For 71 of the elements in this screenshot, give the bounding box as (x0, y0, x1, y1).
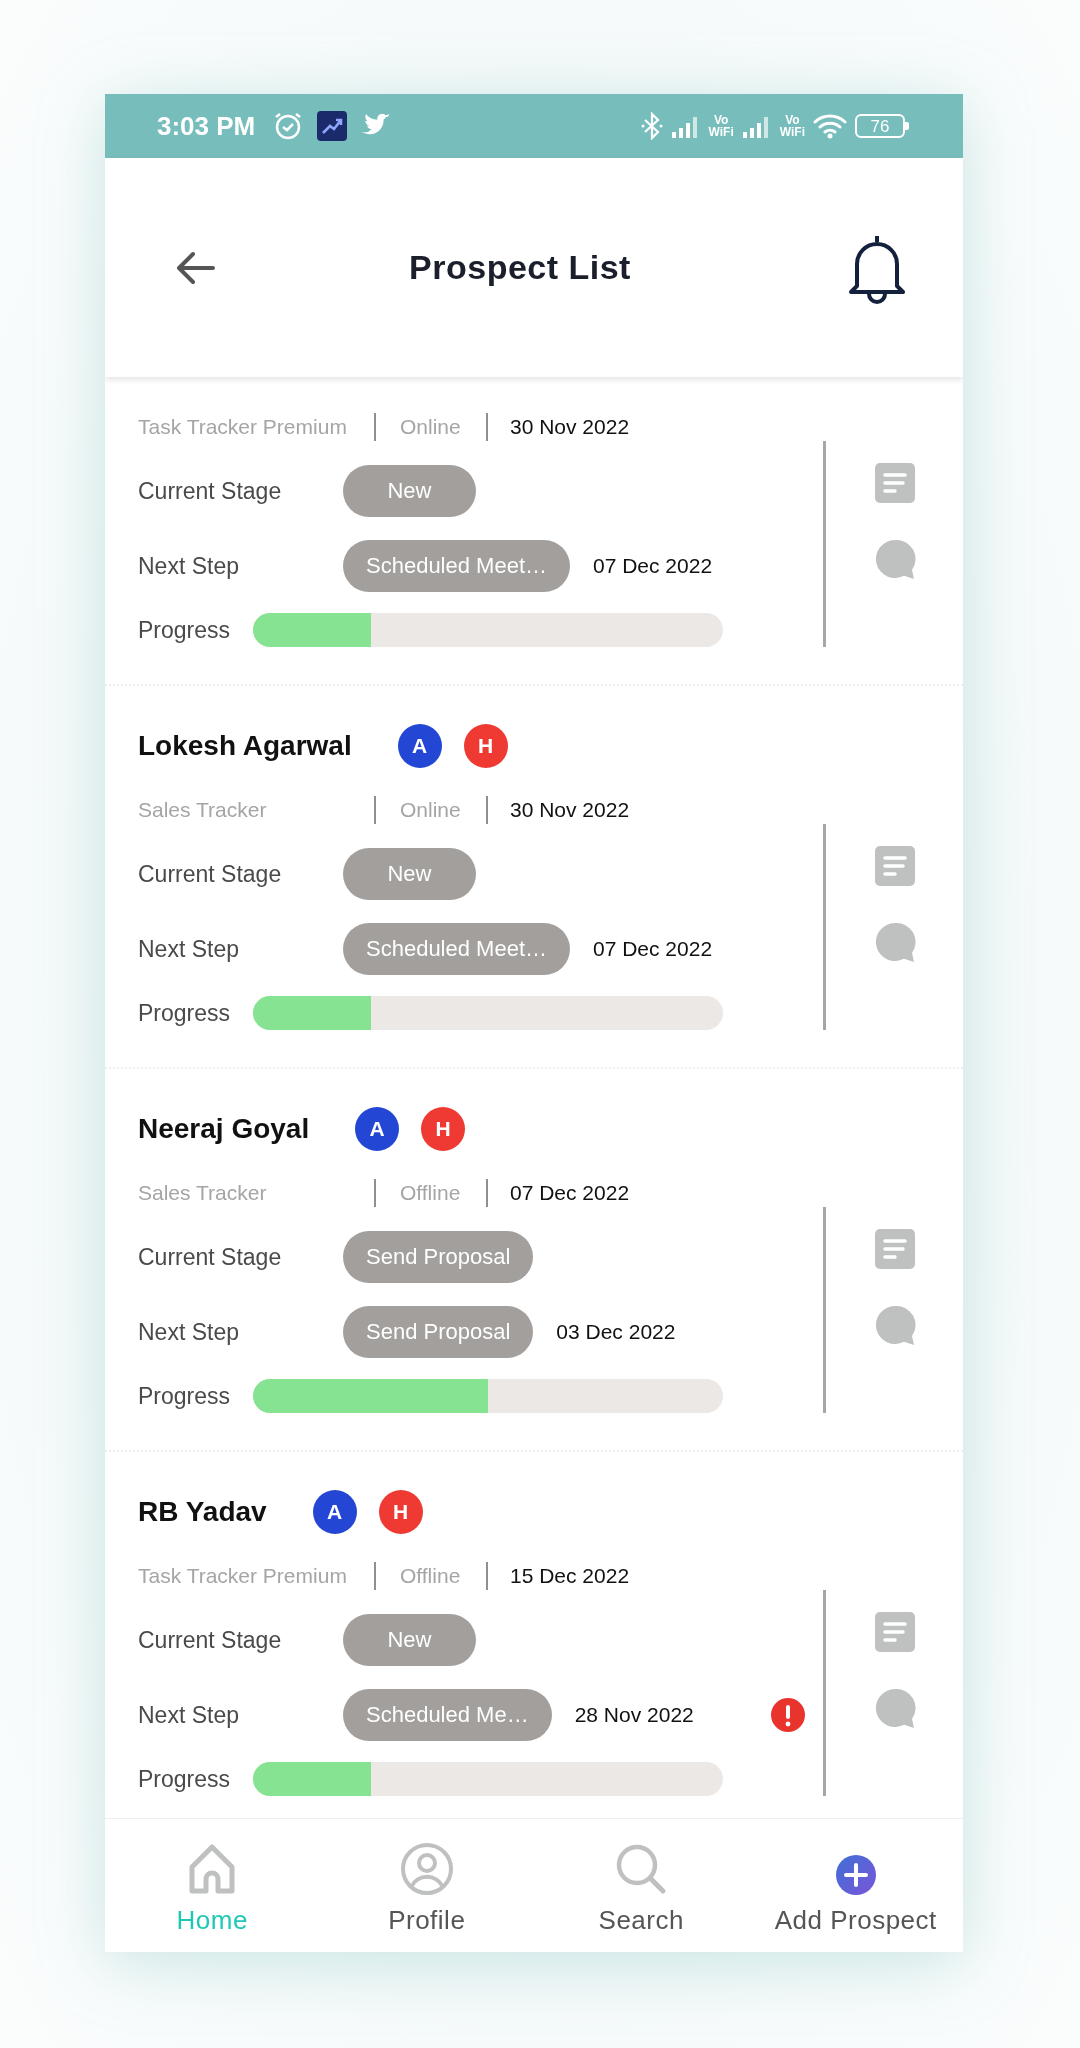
product-name: Task Tracker Premium (138, 415, 348, 439)
nav-tab[interactable]: Add Prospect (748, 1819, 963, 1952)
initial-badge: H (421, 1107, 466, 1151)
chat-icon[interactable] (873, 1304, 916, 1346)
notes-icon[interactable] (874, 463, 915, 503)
back-arrow-icon[interactable] (175, 250, 215, 285)
status-time: 3:03 PM (157, 110, 256, 142)
prospect-date: 07 Dec 2022 (509, 1181, 630, 1205)
stage-label: Current Stage (138, 1626, 283, 1654)
product-name: Sales Tracker (138, 1181, 268, 1205)
stage-pill: Send Proposal (343, 1231, 534, 1283)
prospect-date: 30 Nov 2022 (509, 798, 630, 822)
chat-icon[interactable] (873, 921, 916, 963)
chat-icon[interactable] (873, 538, 916, 580)
meeting-mode: Offline (399, 1181, 462, 1205)
next-step-pill: Scheduled Meet… (343, 540, 570, 592)
next-step-label: Next Step (138, 1318, 240, 1346)
initial-badge: H (463, 724, 508, 768)
next-step-pill: Scheduled Meet… (343, 923, 570, 975)
prospect-name: RB Yadav (138, 1496, 267, 1528)
notes-icon[interactable] (874, 1612, 915, 1652)
stage-label: Current Stage (138, 477, 283, 505)
stage-label: Current Stage (138, 1243, 283, 1271)
next-step-pill: Scheduled Me… (343, 1689, 552, 1741)
battery-level: 76 (855, 114, 909, 138)
wifi-icon (813, 113, 847, 139)
prospect-date: 30 Nov 2022 (509, 415, 630, 439)
next-step-pill: Send Proposal (343, 1306, 534, 1358)
next-step-label: Next Step (138, 935, 240, 963)
initial-badge: A (312, 1490, 357, 1534)
meeting-mode: Online (399, 415, 462, 439)
prospect-card[interactable]: Lokesh Agarwal A H Sales Tracker Online 30 Nov 2022 Current Stage New Next Step Scheduled Meet… 07 Dec 2022 Progress (105, 686, 963, 1069)
prospect-card[interactable]: Task Tracker Premium Online 30 Nov 2022 Current Stage New Next Step Scheduled Meet… 07 Dec 2022 Progress (105, 377, 963, 686)
next-step-date: 28 Nov 2022 (574, 1703, 694, 1727)
bluetooth-icon (640, 112, 663, 140)
notes-icon[interactable] (874, 1229, 915, 1269)
network-label: Vo WiFi (708, 114, 734, 138)
stage-pill: New (343, 848, 476, 900)
add-icon (833, 1853, 878, 1897)
profile-icon (398, 1841, 455, 1897)
prospect-card[interactable]: Neeraj Goyal A H Sales Tracker Offline 07 Dec 2022 Current Stage Send Proposal Next Step Send Proposal 03 Dec 2022 Progress (105, 1069, 963, 1452)
page-title: Prospect List (408, 248, 632, 287)
next-step-date: 07 Dec 2022 (593, 554, 713, 578)
prospect-card[interactable]: RB Yadav A H Task Tracker Premium Offline 15 Dec 2022 Current Stage New Next Step Scheduled Me… 28 Nov 2022 Progress (105, 1452, 963, 1818)
product-name: Sales Tracker (138, 798, 268, 822)
prospect-date: 15 Dec 2022 (509, 1564, 630, 1588)
next-step-date: 03 Dec 2022 (556, 1320, 676, 1344)
next-step-label: Next Step (138, 1701, 240, 1729)
initial-badge: A (397, 724, 442, 768)
nav-tab[interactable]: Profile (319, 1819, 534, 1952)
prospect-name: Neeraj Goyal (138, 1113, 310, 1145)
stage-label: Current Stage (138, 860, 283, 888)
prospect-name: Lokesh Agarwal (138, 730, 352, 762)
meeting-mode: Offline (399, 1564, 462, 1588)
chat-icon[interactable] (873, 1687, 916, 1729)
nav-tab[interactable]: Search (534, 1819, 749, 1952)
network-label: Vo WiFi (779, 114, 805, 138)
progress-label: Progress (138, 616, 232, 644)
trend-icon (317, 111, 348, 141)
progress-label: Progress (138, 1765, 232, 1793)
stage-pill: New (343, 465, 476, 517)
next-step-label: Next Step (138, 552, 240, 580)
initial-badge: H (378, 1490, 423, 1534)
progress-label: Progress (138, 1382, 232, 1410)
progress-label: Progress (138, 999, 232, 1027)
product-name: Task Tracker Premium (138, 1564, 348, 1588)
next-step-date: 07 Dec 2022 (593, 937, 713, 961)
stage-pill: New (343, 1614, 476, 1666)
notes-icon[interactable] (874, 846, 915, 886)
initial-badge: A (355, 1107, 400, 1151)
meeting-mode: Online (399, 798, 462, 822)
